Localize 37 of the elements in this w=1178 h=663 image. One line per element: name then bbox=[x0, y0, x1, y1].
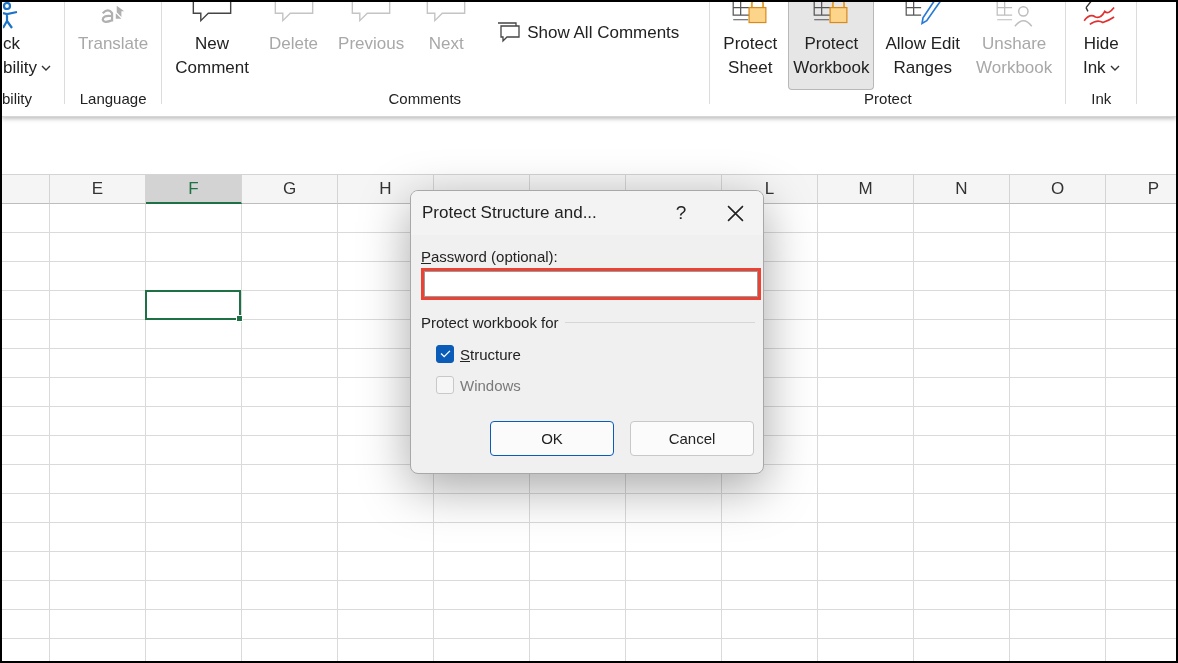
column-header[interactable]: P bbox=[1106, 175, 1176, 204]
group-label: Language bbox=[79, 90, 147, 107]
dialog-button[interactable]: Cancel bbox=[630, 421, 754, 456]
column-header[interactable]: E bbox=[50, 175, 146, 204]
ribbon-button[interactable]: Protect Sheet bbox=[718, 2, 783, 90]
ribbon-button[interactable]: ck bility bbox=[2, 2, 56, 90]
field-label: Password (optional): bbox=[421, 248, 559, 265]
accessibility-icon bbox=[3, 2, 19, 30]
close-icon bbox=[726, 204, 744, 222]
column-header[interactable]: N bbox=[914, 175, 1010, 204]
checkbox-label: Structure bbox=[460, 345, 521, 363]
group-label: bility bbox=[2, 90, 32, 107]
checkbox-label: Windows bbox=[460, 376, 521, 394]
ribbon-button[interactable]: Allow Edit Ranges bbox=[880, 2, 966, 90]
ribbon-button[interactable]: Protect Workbook bbox=[788, 2, 875, 90]
checkmark-icon bbox=[439, 350, 451, 358]
section-label: Protect workbook for bbox=[421, 314, 559, 331]
help-button[interactable]: ? bbox=[661, 202, 701, 224]
comments-icon bbox=[497, 22, 522, 44]
column-header[interactable]: M bbox=[818, 175, 914, 204]
column-header[interactable]: G bbox=[242, 175, 338, 204]
column-header[interactable] bbox=[2, 175, 50, 204]
ribbon-button[interactable]: New Comment bbox=[170, 2, 254, 90]
active-cell[interactable] bbox=[145, 290, 241, 320]
group-label: Comments bbox=[388, 90, 462, 107]
password-field[interactable] bbox=[421, 268, 761, 300]
chevron-down-icon bbox=[1109, 65, 1120, 71]
chevron-down-icon bbox=[41, 65, 51, 71]
group-label: Protect bbox=[864, 90, 912, 107]
checkbox[interactable] bbox=[436, 345, 454, 363]
dialog-button[interactable]: OK bbox=[490, 421, 614, 456]
group-label: Ink bbox=[1091, 90, 1112, 107]
column-header[interactable]: O bbox=[1010, 175, 1106, 204]
dialog-title: Protect Structure and... bbox=[422, 203, 598, 223]
column-header[interactable]: F bbox=[146, 175, 242, 204]
ribbon-button[interactable]: Hide Ink bbox=[1074, 2, 1129, 90]
ribbon-button[interactable]: Show All Comments bbox=[497, 20, 680, 46]
